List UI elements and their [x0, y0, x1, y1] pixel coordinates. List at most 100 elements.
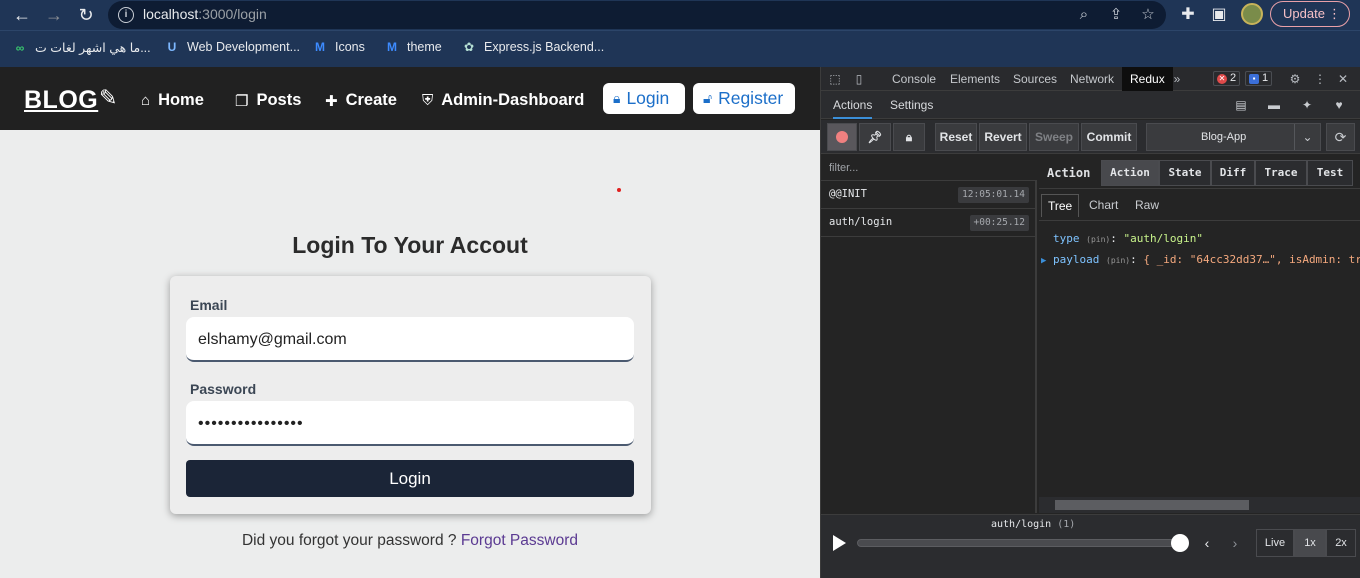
speed-2x[interactable]: 2x [1326, 529, 1356, 557]
pin-button[interactable]: 📌︎ [859, 123, 891, 151]
bookmark-item[interactable]: U Web Development... [164, 40, 300, 54]
bookmark-star-icon[interactable]: ☆ [1138, 5, 1158, 25]
record-button[interactable] [827, 123, 857, 151]
email-field[interactable]: elshamy@gmail.com [186, 317, 634, 362]
seg-diff[interactable]: Diff [1211, 160, 1255, 186]
url-text[interactable]: localhost:3000/login [143, 6, 267, 22]
password-field[interactable]: •••••••••••••••• [186, 401, 634, 446]
seg-action[interactable]: Action [1101, 160, 1159, 186]
tab-elements[interactable]: Elements [950, 67, 1000, 91]
tree-key: payload [1053, 253, 1100, 266]
inspect-icon[interactable]: ⬚ [827, 71, 843, 87]
slider-handle[interactable] [1171, 534, 1189, 552]
nav-admin-dashboard[interactable]: ⛨ Admin-Dashboard [422, 91, 584, 110]
reset-button[interactable]: Reset [935, 123, 977, 151]
seg-state[interactable]: State [1159, 160, 1211, 186]
nav-home-label: Home [158, 91, 204, 109]
kebab-menu-icon[interactable]: ⋮ [1312, 71, 1328, 87]
bookmark-item[interactable]: ∞ ما هي اشهر لغات ت... [12, 40, 151, 56]
bookmark-item[interactable]: Mtheme [384, 40, 442, 54]
sync-button[interactable]: ⟳ [1326, 123, 1355, 151]
reload-icon[interactable]: ↻ [75, 4, 97, 26]
login-header-button[interactable]: 🔒︎ Login [603, 83, 685, 114]
error-count-badge[interactable]: ✕ 2 [1213, 71, 1241, 86]
filter-input[interactable]: filter... [821, 155, 1037, 181]
close-icon[interactable]: ✕ [1335, 71, 1351, 87]
tab-console[interactable]: Console [892, 67, 936, 91]
scrollbar-thumb[interactable] [1055, 500, 1249, 510]
tab-actions[interactable]: Actions [833, 91, 873, 119]
tab-chart[interactable]: Chart [1089, 198, 1118, 212]
sidepanel-icon[interactable]: ▣ [1208, 4, 1230, 26]
tab-settings[interactable]: Settings [890, 91, 933, 119]
play-icon[interactable] [833, 535, 846, 551]
nav-posts[interactable]: ❐ Posts [235, 91, 301, 110]
tree-value: "auth/login" [1123, 232, 1203, 245]
page-title: Login To Your Accout [292, 232, 528, 258]
tab-sources[interactable]: Sources [1013, 67, 1057, 91]
menu-dots-icon[interactable]: ⋮ [1328, 2, 1341, 26]
revert-button[interactable]: Revert [979, 123, 1027, 151]
url-path: :3000/login [198, 6, 267, 22]
bookmark-item[interactable]: ✿ Express.js Backend... [461, 40, 604, 54]
speed-live[interactable]: Live [1256, 529, 1294, 557]
speed-1x[interactable]: 1x [1294, 529, 1326, 557]
lock-icon: 🔒︎ [905, 130, 913, 144]
chatgpt-icon: ✿ [463, 40, 475, 54]
register-header-button[interactable]: 🔓︎ Register [693, 83, 795, 114]
instance-select[interactable]: Blog-App ⌄ [1146, 123, 1321, 151]
back-icon[interactable]: ← [11, 4, 33, 26]
docs-icon[interactable]: ▤ [1233, 97, 1249, 113]
tab-tree[interactable]: Tree [1041, 194, 1080, 217]
heart-icon[interactable]: ♥ [1331, 97, 1347, 113]
zoom-icon[interactable]: ⌕ [1074, 5, 1094, 25]
forgot-password-link[interactable]: Forgot Password [461, 532, 578, 549]
message-count-badge[interactable]: ▪ 1 [1245, 71, 1273, 86]
seg-test[interactable]: Test [1307, 160, 1353, 186]
site-logo[interactable]: BLOG [24, 86, 98, 115]
bookmark-item[interactable]: M Icons [312, 40, 365, 54]
pin-link[interactable]: (pin) [1106, 256, 1130, 265]
forward-icon[interactable]: → [43, 4, 65, 26]
share-icon[interactable]: ⇪ [1106, 5, 1126, 25]
settings-gear-icon[interactable]: ⚙ [1287, 71, 1303, 87]
message-icon: ▪ [1249, 73, 1259, 84]
update-button[interactable]: Update ⋮ [1270, 1, 1350, 27]
sweep-button[interactable]: Sweep [1029, 123, 1079, 151]
login-header-label: Login [626, 88, 670, 108]
nav-home[interactable]: ⌂ Home [141, 91, 204, 110]
action-time: +00:25.12 [969, 215, 1029, 231]
tab-redux[interactable]: Redux [1122, 67, 1173, 91]
detail-title: Action [1047, 166, 1091, 180]
register-header-label: Register [718, 88, 784, 108]
detail-header: Action Action State Diff Trace Test [1039, 155, 1360, 189]
action-row[interactable]: @@INIT 12:05:01.14 [821, 181, 1037, 209]
twitter-icon[interactable]: ✦ [1299, 97, 1315, 113]
tree-row-payload[interactable]: ▶ payload (pin): { _id: "64cc32dd37…", i… [1041, 253, 1360, 266]
commit-button[interactable]: Commit [1081, 123, 1137, 151]
more-tabs-icon[interactable]: » [1169, 71, 1185, 87]
profile-avatar[interactable] [1241, 3, 1263, 25]
pin-link[interactable]: (pin) [1086, 235, 1110, 244]
feedback-icon[interactable]: ▬ [1266, 97, 1282, 113]
seg-trace[interactable]: Trace [1255, 160, 1307, 186]
extensions-icon[interactable]: ✚ [1177, 4, 1199, 26]
lock-open-icon: 🔓︎ [703, 90, 713, 106]
tab-raw[interactable]: Raw [1135, 198, 1159, 212]
step-back-icon[interactable]: ‹ [1199, 533, 1215, 553]
tab-network[interactable]: Network [1070, 67, 1114, 91]
slider-track[interactable] [857, 539, 1179, 547]
device-toggle-icon[interactable]: ▯ [851, 71, 867, 87]
site-info-icon[interactable]: i [118, 7, 134, 23]
horizontal-scrollbar[interactable] [1039, 497, 1360, 513]
lock-button[interactable]: 🔒︎ [893, 123, 925, 151]
nav-create[interactable]: ✚ Create [325, 91, 397, 110]
step-forward-icon[interactable]: › [1227, 533, 1243, 553]
address-bar[interactable]: i localhost:3000/login ⌕ ⇪ ☆ [108, 1, 1166, 29]
login-submit-button[interactable]: Login [186, 460, 634, 497]
view-tabs: Tree Chart Raw [1039, 189, 1360, 221]
expand-arrow-icon[interactable]: ▶ [1041, 256, 1046, 266]
create-icon: ✚ [325, 92, 338, 110]
bookmarks-bar: ∞ ما هي اشهر لغات ت... U Web Development..… [0, 30, 1360, 67]
action-row[interactable]: auth/login +00:25.12 [821, 209, 1037, 237]
